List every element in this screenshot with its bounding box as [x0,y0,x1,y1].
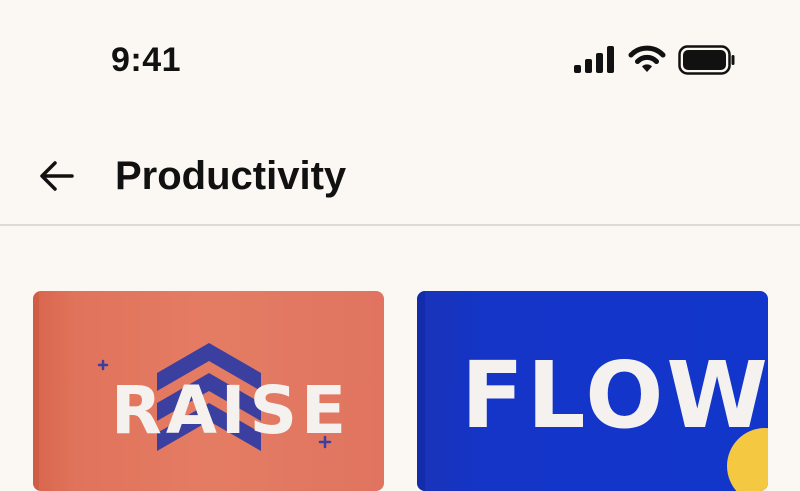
cellular-signal-icon [574,46,614,73]
status-time: 9:41 [111,41,182,79]
card-title-raise: RAISE [111,372,351,449]
header: Productivity [0,128,800,224]
card-title-flow: FLOW [461,342,768,449]
book-card-flow[interactable]: FLOW [417,291,768,491]
back-button[interactable] [30,154,84,198]
arrow-left-icon [40,161,74,191]
page-title: Productivity [115,154,347,198]
battery-icon [678,45,735,75]
status-bar: 9:41 [0,0,800,110]
wifi-icon [628,45,666,72]
header-divider [0,224,800,226]
book-card-raise[interactable]: RAISE [33,291,384,491]
